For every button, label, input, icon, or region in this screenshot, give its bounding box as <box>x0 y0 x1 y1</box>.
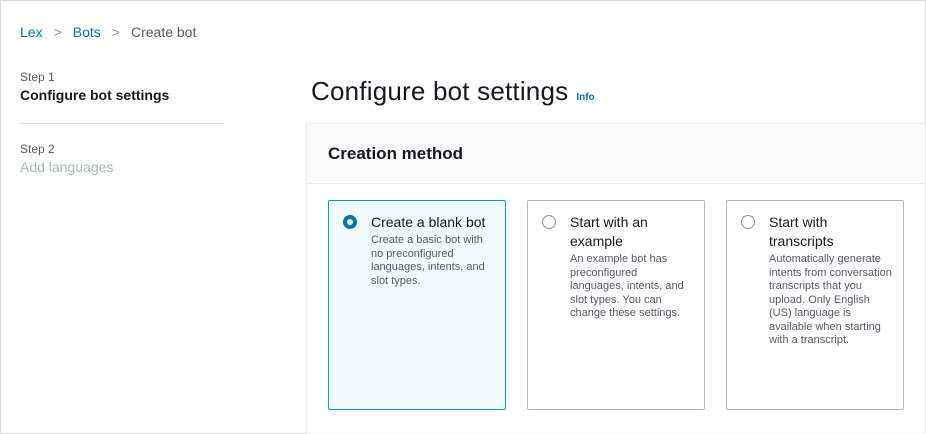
step-2-number: Step 2 <box>20 142 55 156</box>
creation-method-heading: Creation method <box>328 144 464 163</box>
option-example-bot[interactable]: Start with an example An example bot has… <box>527 200 705 410</box>
step-1: Step 1 Configure bot settings <box>20 70 224 103</box>
step-2-title: Add languages <box>20 159 114 175</box>
breadcrumb-bots-link[interactable]: Bots <box>73 24 101 40</box>
breadcrumb-current: Create bot <box>130 24 197 40</box>
option-transcripts[interactable]: Start with transcripts Automatically gen… <box>726 200 904 410</box>
info-link[interactable]: Info <box>576 92 594 103</box>
breadcrumb-separator-icon: > <box>53 24 62 40</box>
option-description: An example bot has preconfigured languag… <box>570 253 684 319</box>
creation-method-header: Creation method <box>307 124 925 184</box>
radio-unselected-icon[interactable] <box>542 215 556 229</box>
step-divider <box>20 123 224 124</box>
step-2: Step 2 Add languages <box>20 142 224 175</box>
radio-unselected-icon[interactable] <box>741 215 755 229</box>
option-blank-bot[interactable]: Create a blank bot Create a basic bot wi… <box>328 200 506 410</box>
step-1-number: Step 1 <box>20 70 55 84</box>
option-title: Start with transcripts <box>769 214 834 249</box>
option-title: Start with an example <box>570 214 648 249</box>
step-1-title: Configure bot settings <box>20 87 170 103</box>
option-description: Automatically generate intents from conv… <box>769 253 892 346</box>
page-title: Configure bot settings <box>311 76 569 106</box>
option-title: Create a blank bot <box>371 214 486 230</box>
creation-method-panel: Creation method Create a blank bot Creat… <box>306 123 926 434</box>
breadcrumb: Lex > Bots > Create bot <box>20 24 196 40</box>
page-header: Configure bot settings Info <box>311 76 595 107</box>
option-description: Create a basic bot with no preconfigured… <box>371 234 485 287</box>
breadcrumb-separator-icon: > <box>111 24 120 40</box>
radio-selected-icon[interactable] <box>343 215 357 229</box>
wizard-steps: Step 1 Configure bot settings Step 2 Add… <box>20 70 224 175</box>
breadcrumb-lex-link[interactable]: Lex <box>20 24 43 40</box>
